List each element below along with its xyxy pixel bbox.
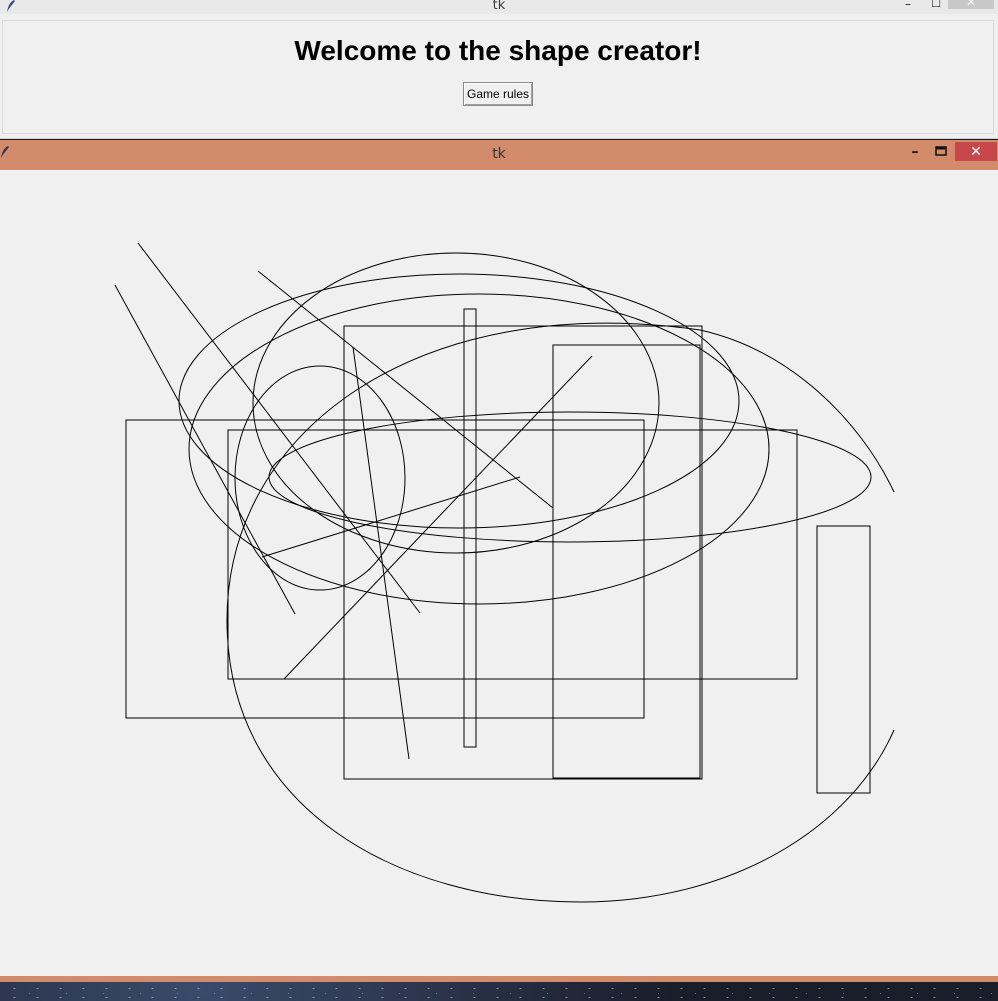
drawing-canvas[interactable] <box>0 170 998 976</box>
shape-line <box>137 242 421 614</box>
welcome-panel: Welcome to the shape creator! Game rules <box>2 20 994 134</box>
shape-ellipse <box>178 273 740 529</box>
shape-line <box>352 346 410 760</box>
shape-line <box>114 284 296 615</box>
desktop-background <box>0 982 998 1001</box>
minimize-button[interactable]: – <box>906 144 924 160</box>
shape-ellipse <box>226 322 895 903</box>
shape-rect <box>816 525 871 794</box>
maximize-icon: ☐ <box>931 0 941 10</box>
minimize-button[interactable]: – <box>900 0 916 11</box>
game-rules-button[interactable]: Game rules <box>463 82 533 106</box>
close-icon: ✕ <box>970 143 982 160</box>
shape-ellipse <box>268 411 872 543</box>
maximize-icon <box>935 146 947 156</box>
shape-rect <box>227 429 798 680</box>
close-button[interactable]: ✕ <box>955 142 997 161</box>
shapes-svg <box>114 242 895 903</box>
welcome-window: tk – ☐ ✕ Welcome to the shape creator! G… <box>0 0 998 139</box>
canvas-window: tk – ✕ <box>0 140 998 982</box>
shape-rect <box>125 419 645 719</box>
minimize-icon: – <box>911 144 919 160</box>
window-title: tk <box>492 146 506 162</box>
close-icon: ✕ <box>965 0 977 9</box>
shape-ellipse <box>234 365 406 591</box>
shape-line <box>257 270 554 509</box>
shape-rect <box>343 325 703 780</box>
maximize-button[interactable]: ☐ <box>928 0 944 10</box>
close-button[interactable]: ✕ <box>948 0 994 9</box>
shape-line <box>283 355 593 680</box>
maximize-button[interactable] <box>932 143 950 159</box>
minimize-icon: – <box>905 0 911 11</box>
welcome-window-titlebar[interactable]: tk – ☐ ✕ <box>0 0 998 14</box>
canvas-window-titlebar[interactable]: tk – ✕ <box>0 140 998 170</box>
window-title: tk <box>492 0 506 13</box>
page-title: Welcome to the shape creator! <box>294 35 702 66</box>
shape-ellipse <box>252 252 660 554</box>
